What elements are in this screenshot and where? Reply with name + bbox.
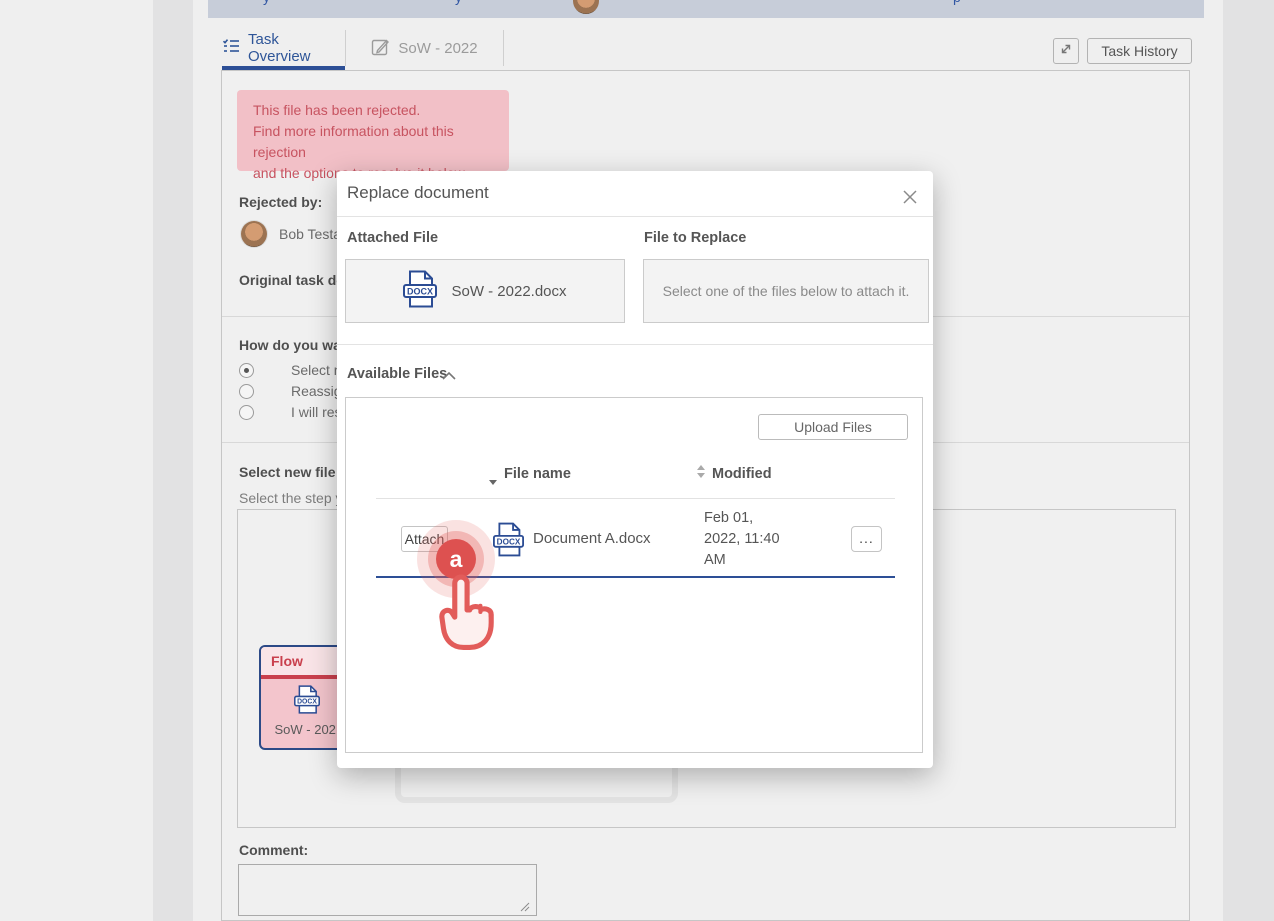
available-files-label: Available Files [347,366,447,382]
file-name-cell[interactable]: Document A.docx [533,530,651,547]
alert-line: This file has been rejected. [253,100,493,121]
docx-file-icon: DOCX [294,701,320,718]
right-gutter [1223,0,1274,921]
left-gutter [153,0,193,921]
tab-label: Task Overview [248,31,345,65]
task-list-icon [222,38,240,58]
select-new-file-label: Select new file o [239,464,348,480]
svg-text:DOCX: DOCX [407,286,433,296]
attached-file-label: Attached File [347,230,438,246]
modal-title: Replace document [347,183,489,203]
sort-desc-icon[interactable] [488,473,498,491]
svg-text:DOCX: DOCX [497,538,521,547]
close-icon[interactable] [899,186,921,208]
header-text-fragment: p [953,0,961,5]
radio-resolve-myself[interactable] [239,405,254,420]
comment-label: Comment: [239,842,308,858]
attached-file-name: SoW - 2022.docx [451,283,566,300]
expand-diagonal-icon [1058,41,1074,62]
radio-reassign[interactable] [239,384,254,399]
column-header-modified[interactable]: Modified [712,466,772,482]
upload-files-button[interactable]: Upload Files [758,414,908,440]
radio-select-new[interactable] [239,363,254,378]
header-text-fragment: y [263,0,270,5]
tab-task-overview[interactable]: Task Overview [222,30,345,66]
rejector-avatar [241,221,267,247]
pointing-hand-icon [430,573,498,656]
comment-input[interactable] [238,864,537,916]
app-screen: y y p Task Overview SoW - 2022 [0,0,1274,921]
replace-document-modal: Replace document Attached File File to R… [337,171,933,768]
file-to-replace-label: File to Replace [644,230,746,246]
expand-button[interactable] [1053,38,1079,64]
chevron-up-icon[interactable] [440,368,458,386]
header-text-fragment: y [455,0,462,5]
task-history-button[interactable]: Task History [1087,38,1192,64]
rejector-name: Bob Testa [279,226,341,242]
docx-file-icon: DOCX [493,522,524,562]
tab-sow-document[interactable]: SoW - 2022 [345,30,504,66]
file-to-replace-dropzone[interactable]: Select one of the files below to attach … [643,259,929,323]
modified-cell: Feb 01, 2022, 11:40 AM [704,508,792,571]
column-header-file-name[interactable]: File name [504,466,571,482]
sort-both-icon[interactable] [696,464,706,484]
tab-label: SoW - 2022 [398,40,477,57]
row-overflow-menu-button[interactable]: ... [851,526,882,552]
avatar [573,0,599,14]
alert-line: Find more information about this rejecti… [253,121,493,163]
rejection-alert: This file has been rejected. Find more i… [237,90,509,171]
modal-divider [337,344,933,345]
modal-divider [337,216,933,217]
select-step-hint: Select the step y [239,490,343,506]
attached-file-box: DOCX SoW - 2022.docx [345,259,625,323]
rejected-by-label: Rejected by: [239,194,322,210]
edit-document-icon [371,37,390,60]
svg-text:DOCX: DOCX [297,699,317,706]
docx-file-icon: DOCX [403,270,437,313]
original-description-label: Original task des [239,272,352,288]
resolution-question-label: How do you wan [239,337,349,353]
task-header-bar: y y p [208,0,1204,18]
